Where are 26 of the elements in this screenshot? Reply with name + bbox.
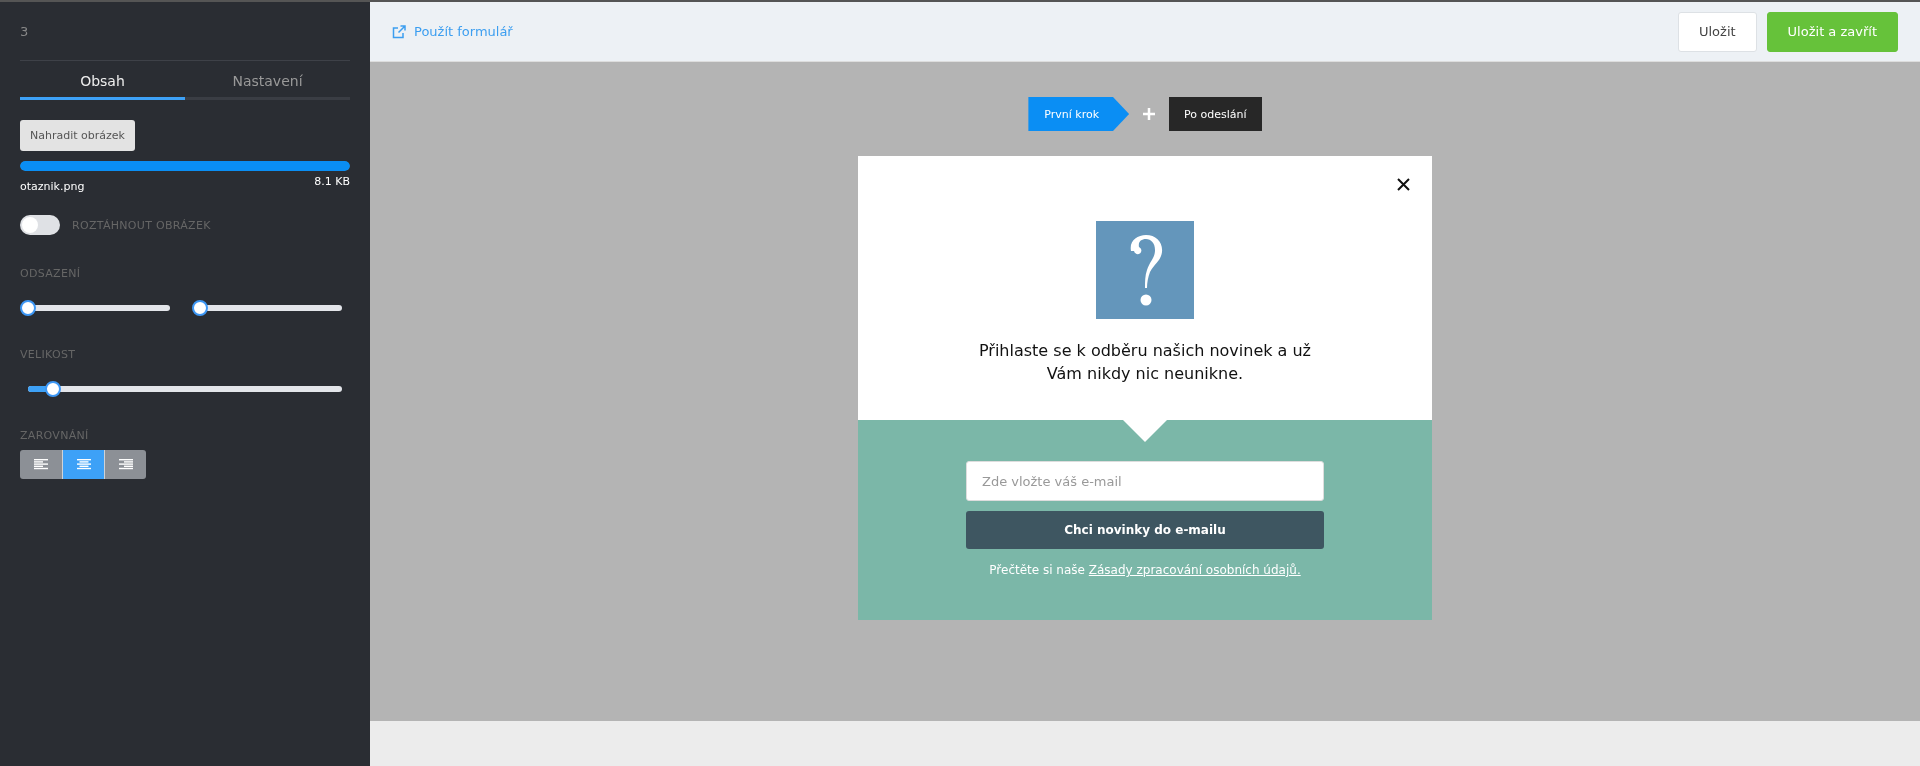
email-input[interactable]: Zde vložte váš e-mail bbox=[966, 461, 1324, 501]
stretch-toggle-label: ROZTÁHNOUT OBRÁZEK bbox=[72, 218, 211, 232]
alignment-button[interactable] bbox=[62, 450, 104, 479]
save-button[interactable]: Uložit bbox=[1678, 11, 1757, 52]
align-center-icon bbox=[76, 459, 91, 470]
file-name: otaznik.png bbox=[20, 180, 85, 193]
sidebar-title: 3 bbox=[20, 23, 30, 41]
file-size: 8.1 KB bbox=[314, 175, 350, 190]
alignment-label: ZAROVNÁNÍ bbox=[20, 429, 90, 442]
external-link-icon bbox=[392, 24, 406, 39]
sidebar-tab[interactable]: Obsah bbox=[20, 61, 185, 100]
stretch-toggle[interactable] bbox=[20, 215, 60, 235]
padding-label: ODSAZENÍ bbox=[20, 267, 82, 280]
sidebar-tab[interactable]: Nastavení bbox=[185, 61, 350, 100]
popup-message: Přihlaste se k odběru našich novinek a už Vám nikdy nic neunikne. bbox=[977, 340, 1312, 385]
privacy-note: Přečtěte si naše Zásady zpracování osobních údajů. bbox=[989, 563, 1301, 577]
size-label: VELIKOST bbox=[20, 348, 77, 361]
subscribe-button[interactable]: Chci novinky do e-mailu bbox=[966, 511, 1324, 549]
step-tab[interactable]: Po odeslání bbox=[1169, 97, 1262, 131]
replace-image-button[interactable]: Nahradit obrázek bbox=[20, 120, 135, 151]
align-left-icon bbox=[34, 459, 48, 470]
step-tab[interactable]: První krok bbox=[1028, 97, 1130, 131]
alignment-button[interactable] bbox=[104, 450, 146, 479]
close-icon[interactable] bbox=[1397, 178, 1410, 191]
alignment-button[interactable] bbox=[20, 450, 62, 479]
align-right-icon bbox=[118, 459, 133, 470]
